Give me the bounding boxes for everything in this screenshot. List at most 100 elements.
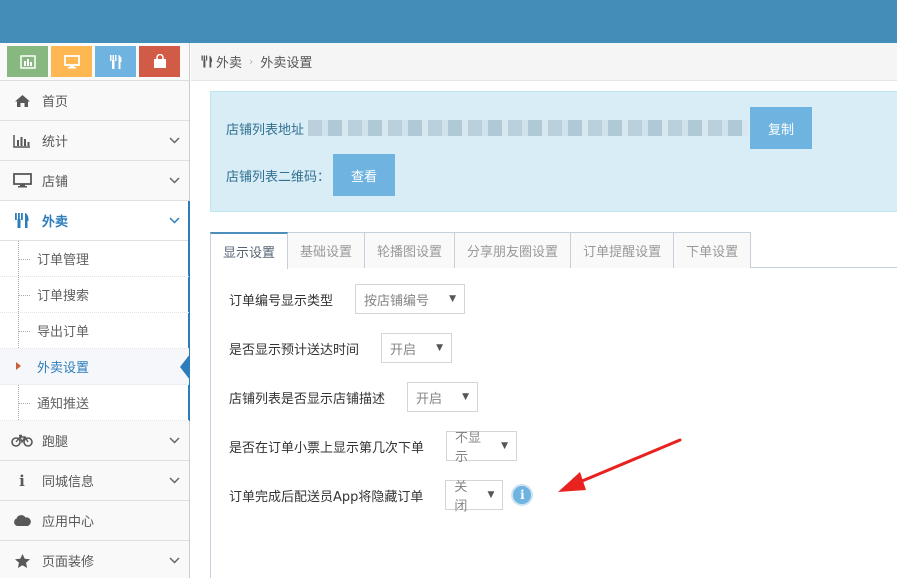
copy-button[interactable]: 复制 bbox=[750, 107, 813, 149]
dropdown-arrow-icon: ▼ bbox=[436, 343, 444, 353]
chevron-down-icon bbox=[159, 217, 189, 224]
select-value: 按店铺编号 bbox=[364, 293, 430, 309]
sidebar-item-city-info[interactable]: i 同城信息 bbox=[0, 461, 189, 501]
annotation-arrow bbox=[558, 438, 682, 492]
sidebar-item-app-center[interactable]: 应用中心 bbox=[0, 501, 189, 541]
cloud-icon bbox=[11, 514, 33, 527]
sidebar-item-home[interactable]: 首页 bbox=[0, 81, 189, 121]
bar-chart-icon bbox=[11, 134, 33, 148]
order-number-type-label: 订单编号显示类型 bbox=[229, 293, 334, 309]
store-description-select[interactable]: 开启 ▼ bbox=[407, 382, 479, 412]
store-url-label: 店铺列表地址 bbox=[226, 122, 305, 138]
select-value: 开启 bbox=[416, 391, 443, 407]
hide-completed-orders-label: 订单完成后配送员App将隐藏订单 bbox=[229, 489, 424, 505]
store-qrcode-row: 店铺列表二维码： 查看 bbox=[226, 154, 396, 196]
tab-basic-settings[interactable]: 基础设置 bbox=[287, 232, 366, 268]
submenu-item-label: 外卖设置 bbox=[37, 361, 90, 376]
cutlery-shortcut-button[interactable] bbox=[95, 46, 136, 77]
form-row-store-description: 店铺列表是否显示店铺描述 开启 ▼ bbox=[229, 382, 479, 412]
submenu-item-label: 订单管理 bbox=[37, 253, 90, 268]
desktop-icon bbox=[11, 173, 33, 188]
settings-tabs: 显示设置 基础设置 轮播图设置 分享朋友圈设置 订单提醒设置 下单设置 bbox=[210, 232, 897, 269]
shortcut-bar bbox=[0, 43, 189, 81]
order-count-on-receipt-label: 是否在订单小票上显示第几次下单 bbox=[229, 440, 425, 456]
dropdown-arrow-icon: ▼ bbox=[487, 490, 495, 500]
bicycle-icon bbox=[11, 434, 33, 447]
help-info-icon[interactable]: i bbox=[511, 484, 534, 506]
active-pointer bbox=[180, 354, 190, 380]
tab-carousel-settings[interactable]: 轮播图设置 bbox=[364, 232, 456, 268]
home-icon bbox=[11, 94, 33, 108]
estimated-time-select[interactable]: 开启 ▼ bbox=[381, 333, 453, 363]
estimated-time-label: 是否显示预计送达时间 bbox=[229, 342, 360, 358]
select-value: 开启 bbox=[390, 342, 417, 358]
chevron-down-icon bbox=[159, 437, 189, 444]
tab-display-settings[interactable]: 显示设置 bbox=[210, 232, 289, 269]
breadcrumb-separator: › bbox=[249, 55, 254, 68]
takeout-submenu: 订单管理 订单搜索 导出订单 外卖设置 通知推送 bbox=[0, 241, 190, 421]
info-icon: i bbox=[19, 471, 25, 490]
sidebar-item-page-design[interactable]: 页面装修 bbox=[0, 541, 189, 578]
dropdown-arrow-icon: ▼ bbox=[449, 294, 457, 304]
breadcrumb: 外卖 › 外卖设置 bbox=[191, 43, 897, 81]
store-url-row: 店铺列表地址 复制 bbox=[226, 107, 813, 149]
sidebar-item-store[interactable]: 店铺 bbox=[0, 161, 189, 201]
store-qrcode-label: 店铺列表二维码： bbox=[226, 169, 331, 185]
form-row-hide-completed-orders: 订单完成后配送员App将隐藏订单 关闭 ▼ i bbox=[229, 480, 534, 514]
sidebar-item-label: 外卖 bbox=[42, 215, 69, 230]
order-number-type-select[interactable]: 按店铺编号 ▼ bbox=[355, 284, 466, 314]
form-row-order-number-type: 订单编号显示类型 按店铺编号 ▼ bbox=[229, 284, 466, 314]
breadcrumb-section-link[interactable]: 外卖 bbox=[216, 52, 242, 71]
view-qrcode-button[interactable]: 查看 bbox=[333, 154, 396, 196]
caret-right-icon bbox=[16, 362, 21, 370]
display-settings-form: 订单编号显示类型 按店铺编号 ▼ 是否显示预计送达时间 开启 ▼ 店铺列表是否显示店… bbox=[210, 268, 897, 578]
tab-place-order-settings[interactable]: 下单设置 bbox=[673, 232, 752, 268]
select-value: 关闭 bbox=[454, 480, 468, 514]
bar-chart-icon bbox=[19, 54, 36, 69]
submenu-item-notify-push[interactable]: 通知推送 bbox=[0, 385, 189, 421]
submenu-item-export-orders[interactable]: 导出订单 bbox=[0, 313, 189, 349]
chevron-down-icon bbox=[159, 137, 189, 144]
submenu-item-order-search[interactable]: 订单搜索 bbox=[0, 277, 189, 313]
dropdown-arrow-icon: ▼ bbox=[462, 392, 470, 402]
dropdown-arrow-icon: ▼ bbox=[501, 441, 509, 451]
star-icon bbox=[11, 553, 33, 569]
sidebar-item-label: 统计 bbox=[42, 135, 69, 150]
sidebar-item-label: 应用中心 bbox=[42, 515, 95, 530]
sidebar-item-label: 页面装修 bbox=[42, 555, 95, 570]
form-row-order-count-on-receipt: 是否在订单小票上显示第几次下单 不显示 ▼ bbox=[229, 431, 518, 465]
submenu-item-label: 订单搜索 bbox=[37, 289, 90, 304]
chevron-down-icon bbox=[159, 477, 189, 484]
store-url-panel: 店铺列表地址 复制 店铺列表二维码： 查看 bbox=[210, 91, 897, 212]
cutlery-icon bbox=[11, 212, 33, 229]
desktop-icon bbox=[63, 54, 80, 68]
shopping-bag-icon bbox=[153, 54, 166, 68]
tab-order-reminder-settings[interactable]: 订单提醒设置 bbox=[570, 232, 675, 268]
store-description-label: 店铺列表是否显示店铺描述 bbox=[229, 391, 386, 407]
sidebar-item-takeout[interactable]: 外卖 bbox=[0, 201, 190, 421]
sidebar-item-label: 店铺 bbox=[42, 175, 69, 190]
sidebar-item-label: 首页 bbox=[42, 95, 69, 110]
sidebar-item-errand[interactable]: 跑腿 bbox=[0, 421, 189, 461]
sidebar-item-stats[interactable]: 统计 bbox=[0, 121, 189, 161]
desktop-shortcut-button[interactable] bbox=[51, 46, 92, 77]
submenu-item-order-manage[interactable]: 订单管理 bbox=[0, 241, 189, 277]
hide-completed-orders-select[interactable]: 关闭 ▼ bbox=[445, 480, 504, 514]
chevron-down-icon bbox=[159, 557, 189, 564]
order-count-on-receipt-select[interactable]: 不显示 ▼ bbox=[446, 431, 518, 465]
submenu-item-label: 导出订单 bbox=[37, 325, 90, 340]
sidebar-item-label: 跑腿 bbox=[42, 435, 69, 450]
breadcrumb-current-page: 外卖设置 bbox=[260, 56, 313, 71]
bag-shortcut-button[interactable] bbox=[139, 46, 180, 77]
tab-share-moments-settings[interactable]: 分享朋友圈设置 bbox=[454, 232, 572, 268]
form-row-estimated-time: 是否显示预计送达时间 开启 ▼ bbox=[229, 333, 453, 363]
submenu-item-takeout-settings[interactable]: 外卖设置 bbox=[0, 349, 190, 385]
submenu-item-label: 通知推送 bbox=[37, 397, 90, 412]
select-value: 不显示 bbox=[455, 431, 482, 465]
sidebar: 首页 统计 店铺 外卖 订单管理 订单搜索 导出订单 外卖设置 通知推送 跑腿 … bbox=[0, 43, 190, 578]
store-url-value-redacted bbox=[308, 120, 749, 136]
stats-shortcut-button[interactable] bbox=[7, 46, 48, 77]
chevron-down-icon bbox=[159, 177, 189, 184]
cutlery-icon bbox=[109, 54, 122, 69]
top-navbar bbox=[0, 0, 897, 43]
